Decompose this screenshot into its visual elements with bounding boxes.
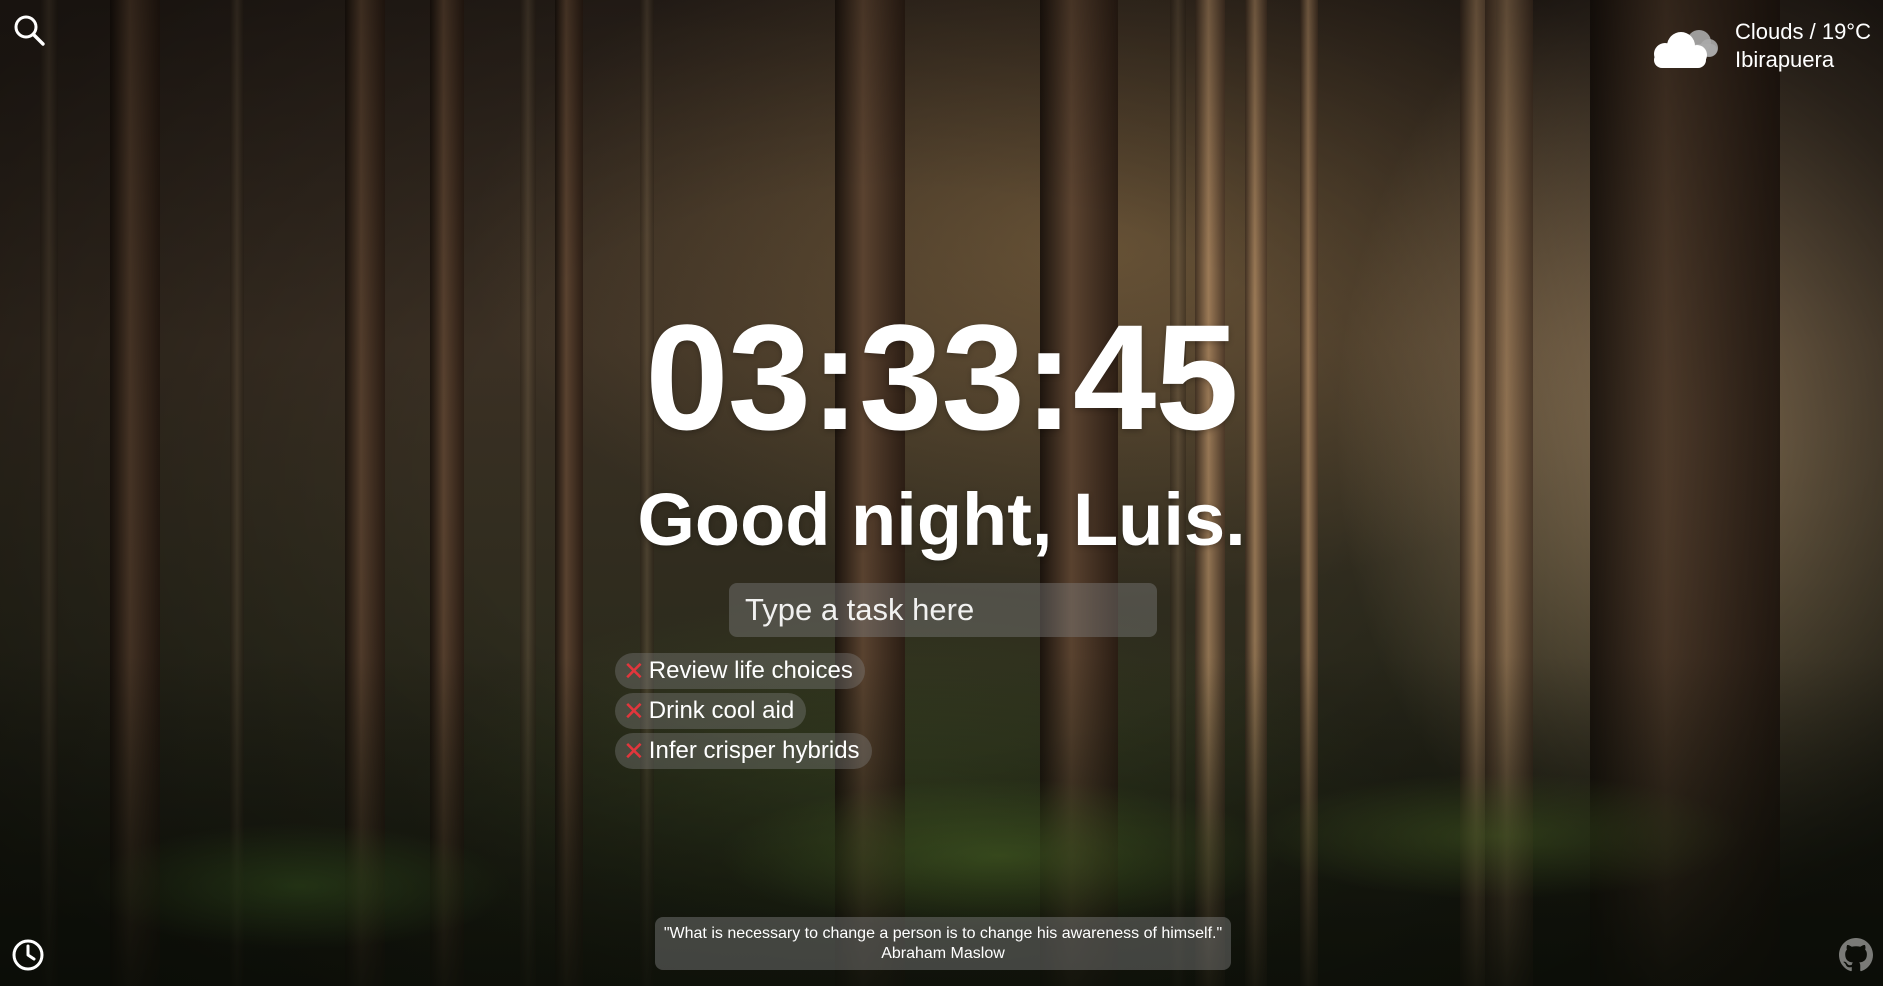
task-label: Drink cool aid <box>648 697 795 724</box>
task-label: Infer crisper hybrids <box>648 737 860 764</box>
remove-task-icon[interactable]: ✕ <box>623 653 645 689</box>
task-item: ✕ Drink cool aid <box>615 693 807 729</box>
remove-task-icon[interactable]: ✕ <box>623 693 645 729</box>
remove-task-icon[interactable]: ✕ <box>623 733 645 769</box>
quote-text: "What is necessary to change a person is… <box>663 925 1223 942</box>
task-input[interactable] <box>729 583 1157 637</box>
weather-widget: Clouds / 19°C Ibirapuera <box>1647 18 1871 74</box>
quote-author: Abraham Maslow <box>881 945 1005 962</box>
task-item: ✕ Infer crisper hybrids <box>615 733 872 769</box>
weather-condition: Clouds / 19°C <box>1735 19 1871 44</box>
task-list: ✕ Review life choices ✕ Drink cool aid ✕… <box>615 653 872 769</box>
task-item: ✕ Review life choices <box>615 653 865 689</box>
quote-box: "What is necessary to change a person is… <box>655 917 1231 970</box>
task-label: Review life choices <box>648 657 853 684</box>
clock-icon[interactable] <box>11 938 45 972</box>
greeting-text: Good night, Luis. <box>637 478 1246 561</box>
clock-time: 03:33:45 <box>645 293 1238 461</box>
github-icon[interactable] <box>1839 938 1873 972</box>
background-forest-image: Clouds / 19°C Ibirapuera 03:33:45 Good n… <box>0 0 1883 986</box>
search-icon[interactable] <box>12 13 46 47</box>
cloud-icon <box>1647 22 1721 74</box>
weather-location: Ibirapuera <box>1735 47 1835 72</box>
